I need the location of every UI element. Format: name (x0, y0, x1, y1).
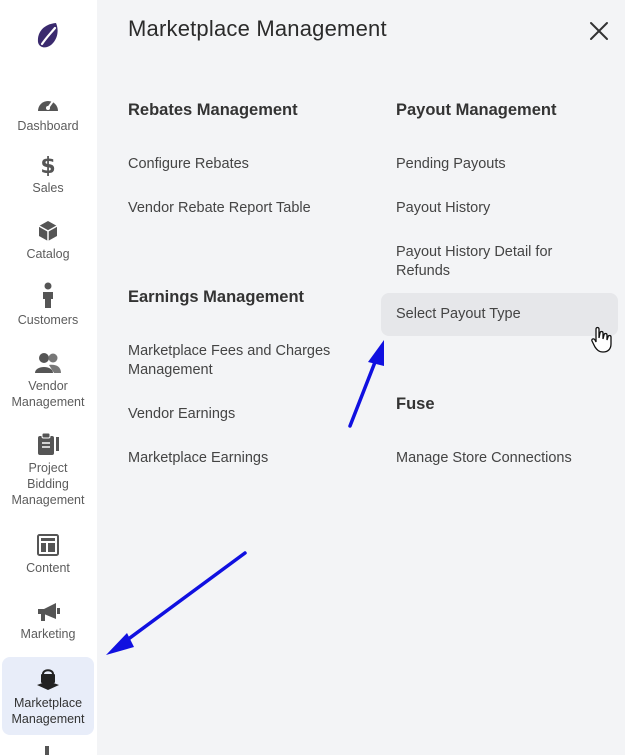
vendor-rebate-report-table-link[interactable]: Vendor Rebate Report Table (128, 199, 311, 218)
vendor-earnings-link[interactable]: Vendor Earnings (128, 405, 235, 424)
sidebar-item-sales[interactable]: $ Sales (2, 150, 94, 196)
marketplace-icon (35, 665, 61, 691)
dollar-icon: $ (40, 150, 56, 176)
box-icon (37, 216, 59, 242)
sidebar-item-dashboard[interactable]: Dashboard (2, 88, 94, 134)
sidebar-item-label: Sales (32, 181, 64, 195)
brand-logo-icon[interactable] (34, 20, 62, 50)
sidebar-item-label: Marketing (20, 627, 76, 641)
gauge-icon (36, 88, 60, 114)
fuse-heading: Fuse (396, 395, 435, 413)
sidebar-item-label: Dashboard (17, 119, 79, 133)
clipboard-icon (37, 430, 59, 456)
next-sidebar-item-icon-partial (45, 746, 49, 755)
payout-management-heading: Payout Management (396, 101, 557, 119)
select-payout-type-link[interactable]: Select Payout Type (381, 293, 618, 336)
manage-store-connections-link[interactable]: Manage Store Connections (396, 449, 572, 468)
sidebar-item-marketing[interactable]: Marketing (2, 596, 94, 642)
payout-history-detail-for-refunds-link[interactable]: Payout History Detail for Refunds (396, 243, 552, 281)
marketplace-management-flyout: Marketplace Management Rebates Managemen… (97, 0, 625, 755)
sidebar: Dashboard $ Sales Catalog Customers Vend… (0, 0, 97, 755)
sidebar-item-vendor-management[interactable]: Vendor Management (2, 348, 94, 410)
layout-icon (37, 530, 59, 556)
users-icon (35, 348, 61, 374)
sidebar-item-customers[interactable]: Customers (2, 282, 94, 328)
sidebar-item-project-bidding-management[interactable]: Project Bidding Management (2, 430, 94, 508)
sidebar-item-label: Catalog (26, 247, 70, 261)
sidebar-item-label: Content (26, 561, 70, 575)
close-icon[interactable] (588, 20, 610, 42)
rebates-management-heading: Rebates Management (128, 101, 298, 119)
panel-title: Marketplace Management (128, 16, 387, 41)
sidebar-item-catalog[interactable]: Catalog (2, 216, 94, 262)
sidebar-item-content[interactable]: Content (2, 530, 94, 576)
sidebar-item-label: Vendor Management (11, 379, 85, 409)
sidebar-item-marketplace-management[interactable]: Marketplace Management (2, 657, 94, 735)
marketplace-earnings-link[interactable]: Marketplace Earnings (128, 449, 268, 468)
configure-rebates-link[interactable]: Configure Rebates (128, 155, 249, 174)
sidebar-item-label: Marketplace Management (11, 696, 85, 726)
sidebar-item-label: Customers (17, 313, 79, 327)
marketplace-fees-and-charges-link[interactable]: Marketplace Fees and Charges Management (128, 342, 330, 380)
megaphone-icon (36, 596, 60, 622)
earnings-management-heading: Earnings Management (128, 288, 305, 306)
sidebar-item-label: Project Bidding Management (11, 461, 85, 507)
pending-payouts-link[interactable]: Pending Payouts (396, 155, 506, 174)
payout-history-link[interactable]: Payout History (396, 199, 490, 218)
person-icon (41, 282, 55, 308)
svg-text:$: $ (40, 154, 55, 176)
